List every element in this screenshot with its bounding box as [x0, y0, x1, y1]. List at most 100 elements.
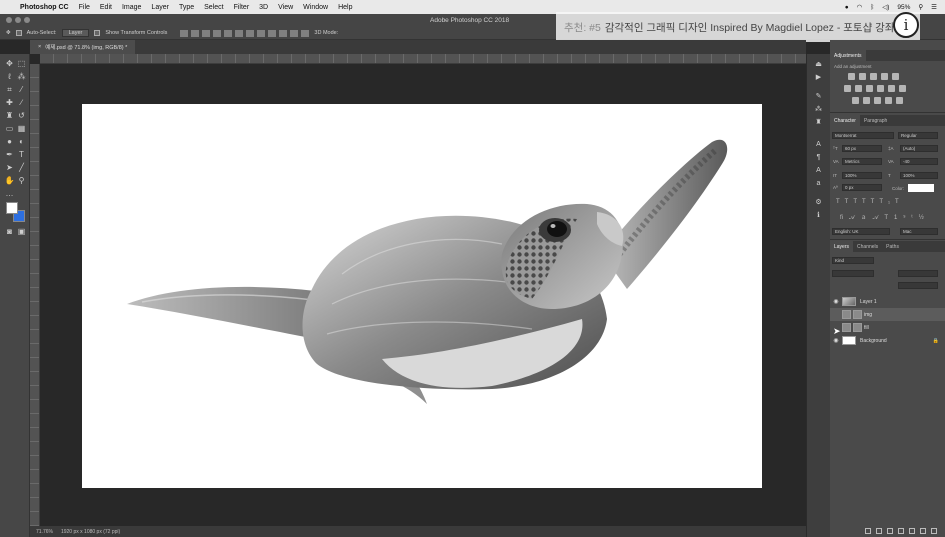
vertical-scale-field[interactable]: 100%	[842, 172, 882, 179]
character-styles-icon[interactable]: A	[814, 166, 823, 175]
tab-layers[interactable]: Layers	[830, 241, 854, 252]
layer-row[interactable]: fill	[830, 321, 945, 334]
paragraph-panel-icon[interactable]: ¶	[814, 153, 823, 162]
font-family-select[interactable]: Montserrat	[832, 132, 894, 139]
eraser-tool-icon[interactable]: ▭	[4, 123, 15, 134]
vibrance-icon[interactable]	[892, 73, 899, 80]
tab-channels[interactable]: Channels	[853, 241, 882, 252]
actions-panel-icon[interactable]: ▶	[814, 73, 823, 82]
levels-icon[interactable]	[859, 73, 866, 80]
character-panel-icon[interactable]: A	[814, 140, 823, 149]
vertical-ruler[interactable]	[30, 64, 40, 526]
distribute-middle-icon[interactable]	[257, 29, 266, 37]
bluetooth-icon[interactable]: ᛒ	[870, 4, 874, 11]
blend-mode-select[interactable]	[832, 270, 874, 277]
menu-select[interactable]: Select	[204, 4, 223, 11]
document-size[interactable]: 1920 px x 1080 px (72 ppi)	[61, 529, 120, 535]
close-window-button[interactable]	[6, 17, 12, 23]
record-icon[interactable]: ●	[845, 4, 849, 11]
menu-image[interactable]: Image	[122, 4, 141, 11]
align-middle-icon[interactable]	[191, 29, 200, 37]
font-style-select[interactable]: Regular	[898, 132, 938, 139]
layer-filter-select[interactable]: Kind	[832, 257, 874, 264]
dodge-tool-icon[interactable]: ◐	[16, 136, 27, 147]
tab-adjustments[interactable]: Adjustments	[830, 50, 866, 61]
history-brush-tool-icon[interactable]: ↺	[16, 110, 27, 121]
brush-settings-icon[interactable]: ✎	[814, 92, 823, 101]
font-size-field[interactable]: 60 px	[842, 145, 882, 152]
move-tool-icon[interactable]: ✥	[6, 30, 11, 36]
distribute-right-icon[interactable]	[301, 29, 310, 37]
tab-paragraph[interactable]: Paragraph	[860, 115, 891, 126]
tab-character[interactable]: Character	[830, 115, 860, 126]
layer-row[interactable]: img	[830, 308, 945, 321]
link-layers-icon[interactable]	[865, 527, 871, 534]
menu-help[interactable]: Help	[338, 4, 352, 11]
curves-icon[interactable]	[870, 73, 877, 80]
kerning-field[interactable]: Metrics	[842, 158, 882, 165]
channel-mixer-icon[interactable]	[888, 85, 895, 92]
tab-paths[interactable]: Paths	[882, 241, 903, 252]
photo-filter-icon[interactable]	[877, 85, 884, 92]
selective-color-icon[interactable]	[885, 97, 892, 104]
hand-tool-icon[interactable]: ✋	[4, 175, 15, 186]
color-lookup-icon[interactable]	[899, 85, 906, 92]
move-tool-icon[interactable]: ✥	[4, 58, 15, 69]
eye-icon[interactable]: ◉	[830, 337, 842, 344]
gradient-tool-icon[interactable]: ▦	[16, 123, 27, 134]
zoom-window-button[interactable]	[24, 17, 30, 23]
align-bottom-icon[interactable]	[202, 29, 211, 37]
healing-brush-tool-icon[interactable]: ✚	[4, 97, 15, 108]
posterize-icon[interactable]	[863, 97, 870, 104]
opacity-field[interactable]	[898, 270, 938, 277]
layer-style-icon[interactable]	[876, 527, 882, 534]
distribute-bottom-icon[interactable]	[268, 29, 277, 37]
search-icon[interactable]: ⚲	[918, 3, 923, 11]
line-tool-icon[interactable]: ╱	[16, 162, 27, 173]
fill-field[interactable]	[898, 282, 938, 289]
clone-source-icon[interactable]: ♜	[814, 118, 823, 127]
brush-tool-icon[interactable]: ∕	[16, 97, 27, 108]
menu-layer[interactable]: Layer	[151, 4, 169, 11]
distribute-left-icon[interactable]	[279, 29, 288, 37]
quick-mask-icon[interactable]: ◙	[4, 226, 15, 237]
menu-file[interactable]: File	[79, 4, 90, 11]
magic-wand-tool-icon[interactable]: ⁂	[16, 71, 27, 82]
black-white-icon[interactable]	[866, 85, 873, 92]
zoom-tool-icon[interactable]: ⚲	[16, 175, 27, 186]
screen-mode-icon[interactable]: ▣	[16, 226, 27, 237]
align-left-icon[interactable]	[213, 29, 222, 37]
invert-icon[interactable]	[852, 97, 859, 104]
language-select[interactable]: English: UK	[832, 228, 890, 235]
pen-tool-icon[interactable]: ✒	[4, 149, 15, 160]
brushes-panel-icon[interactable]: ⁂	[814, 105, 823, 114]
path-selection-tool-icon[interactable]: ➤	[4, 162, 15, 173]
battery-label[interactable]: 95%	[897, 4, 910, 11]
eyedropper-tool-icon[interactable]: ⁄	[16, 84, 27, 95]
info-icon[interactable]: i	[893, 12, 919, 38]
document-tab[interactable]: × 예제.psd @ 71.8% (img, RGB/8) *	[30, 40, 136, 54]
add-mask-icon[interactable]	[887, 527, 893, 534]
menu-view[interactable]: View	[278, 4, 293, 11]
menu-window[interactable]: Window	[303, 4, 328, 11]
auto-select-dropdown[interactable]: Layer	[61, 29, 90, 37]
menu-filter[interactable]: Filter	[234, 4, 250, 11]
new-group-icon[interactable]	[909, 527, 915, 534]
distribute-center-icon[interactable]	[290, 29, 299, 37]
app-menu[interactable]: Photoshop CC	[20, 4, 69, 11]
gradient-map-icon[interactable]	[896, 97, 903, 104]
marquee-tool-icon[interactable]: ⬚	[16, 58, 27, 69]
distribute-top-icon[interactable]	[246, 29, 255, 37]
type-tool-icon[interactable]: T	[16, 149, 27, 160]
zoom-level[interactable]: 71.76%	[36, 529, 53, 535]
eye-icon[interactable]: ◉	[830, 298, 842, 305]
lasso-tool-icon[interactable]: ℓ	[4, 71, 15, 82]
menu-icon[interactable]: ☰	[931, 3, 937, 11]
crop-tool-icon[interactable]: ⌗	[4, 84, 15, 95]
menu-type[interactable]: Type	[179, 4, 194, 11]
video-title-overlay[interactable]: 추천: #5 감각적인 그래픽 디자인 Inspired By Magdiel …	[556, 12, 920, 42]
document-canvas[interactable]	[82, 104, 762, 488]
baseline-field[interactable]: 0 px	[842, 184, 882, 191]
leading-field[interactable]: (Auto)	[900, 145, 938, 152]
glyphs-panel-icon[interactable]: a	[814, 179, 823, 188]
